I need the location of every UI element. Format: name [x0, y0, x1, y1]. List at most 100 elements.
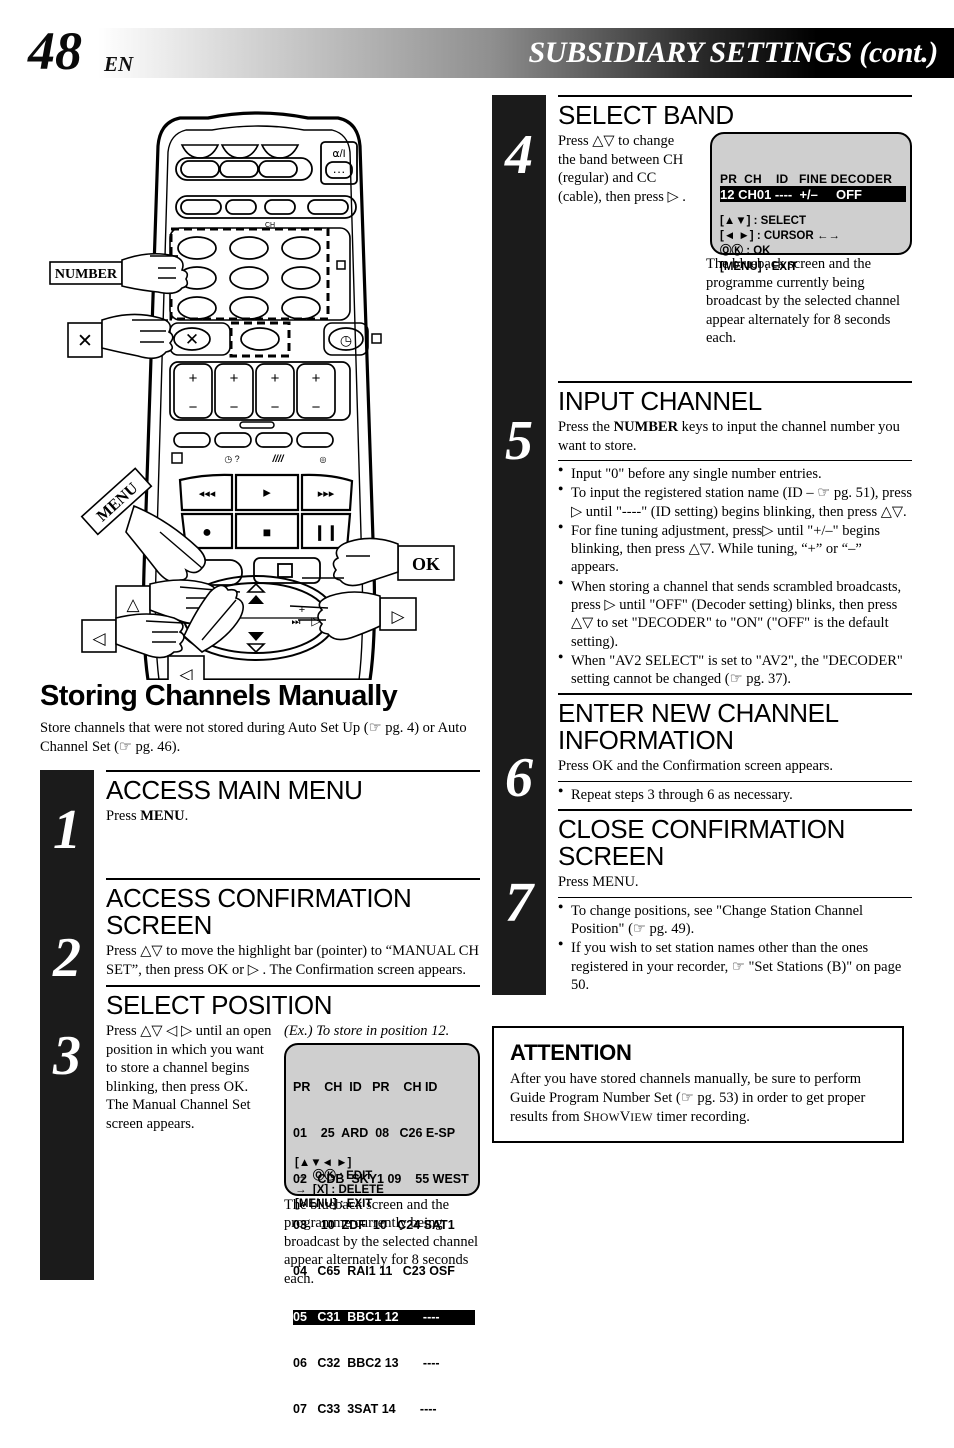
page-title: SUBSIDIARY SETTINGS (cont.) — [528, 36, 939, 69]
table-row: 01 25 ARD 08 C26 E-SP — [293, 1126, 456, 1141]
plus-icon: + — [230, 370, 239, 387]
remote-control-svg: ⍺/I ··· CH ✕ ◷ +− +− +− +− ◷ ? //// ◎ ▸ … — [49, 111, 455, 689]
plus-label: + — [299, 604, 305, 616]
pause-icon: ❙❙ — [313, 524, 338, 541]
step-5-bullets: Input "0" before any single number entri… — [558, 460, 912, 688]
attention-text-c: timer recording. — [652, 1108, 750, 1125]
bullet-item: When "AV2 SELECT" is set to "AV2", the "… — [558, 651, 912, 689]
section-title: Storing Channels Manually — [40, 680, 398, 712]
band-screen-value-row: 12 CH01 ---- +/– OFF — [720, 186, 906, 203]
callout-up-label: △ — [126, 595, 140, 614]
fastforward-icon: ▸▸▸ — [318, 488, 335, 500]
table-row: 03 10 ZDF 10 C24 SAT1 — [293, 1218, 455, 1233]
callout-down-label: ◁ — [179, 665, 193, 680]
minus-icon: − — [271, 399, 280, 416]
section-intro: Store channels that were not stored duri… — [40, 720, 467, 755]
step-number-1: 1 — [53, 799, 81, 862]
callout-number-label: NUMBER — [55, 267, 118, 282]
step-number-6: 6 — [505, 747, 533, 809]
record-icon: ● — [202, 524, 212, 541]
minus-icon: − — [189, 399, 198, 416]
step-7-text: Press MENU. — [558, 874, 639, 891]
nav-up-icon — [248, 595, 264, 604]
attention-text: After you have stored channels manually,… — [510, 1070, 888, 1127]
channel-list-hints: [▲▼◄ ►] → ⓄⓀ : EDIT → [X] : DELETE [MENU… — [295, 1156, 384, 1210]
steps-left: 1 2 3 ACCESS MAIN MENU Press MENU. ACCES… — [40, 770, 480, 1416]
plus-icon: + — [189, 370, 198, 387]
table-row-highlighted: 05 C31 BBC1 12 ---- — [293, 1309, 475, 1326]
timer-rec-icon: ◷ ? — [224, 454, 239, 464]
channel-list-header: PR CH ID PR CH ID — [293, 1080, 438, 1095]
bullet-item: To change positions, see "Change Station… — [558, 901, 912, 939]
callout-left-label: ◁ — [92, 629, 106, 648]
step-1: ACCESS MAIN MENU Press MENU. — [106, 770, 480, 878]
step-3-text: Press △▽ ◁ ▷ until an open position in w… — [106, 1023, 272, 1133]
step-number-4: 4 — [505, 124, 533, 186]
cancel-x-icon: ✕ — [185, 330, 199, 349]
step-number-3: 3 — [53, 1025, 81, 1088]
bullet-item: Repeat steps 3 through 6 as necessary. — [558, 785, 912, 804]
step-bar-right — [492, 95, 546, 995]
step-6: ENTER NEW CHANNEL INFORMATION Press OK a… — [558, 693, 912, 809]
callout-ok-label: OK — [412, 554, 440, 574]
step-4-text: Press △▽ to change the band between CH (… — [558, 133, 686, 205]
speed-icon: //// — [271, 454, 284, 465]
rewind-icon: ◂◂◂ — [199, 488, 216, 500]
nav-down-icon — [248, 632, 264, 641]
step-7-heading: CLOSE CONFIRMATION SCREEN — [558, 814, 846, 872]
step-2: ACCESS CONFIRMATION SCREEN Press △▽ to m… — [106, 878, 480, 985]
table-row: 07 C33 3SAT 14 ---- — [293, 1401, 437, 1416]
bullet-item: If you wish to set station names other t… — [558, 938, 912, 994]
step-5-heading: INPUT CHANNEL — [558, 386, 762, 416]
table-row: 04 C65 RAI1 11 C23 OSF — [293, 1263, 455, 1278]
step-7: CLOSE CONFIRMATION SCREEN Press MENU. To… — [558, 809, 912, 999]
remote-control-illustration: ⍺/I ··· CH ✕ ◷ + − + − + − + − ◷ ? //// … — [40, 100, 480, 689]
step-6-heading: ENTER NEW CHANNEL INFORMATION — [558, 698, 838, 756]
example-caption: (Ex.) To store in position 12. — [284, 1023, 450, 1040]
left-column: ⍺/I ··· CH ✕ ◷ + − + − + − + − ◷ ? //// … — [40, 100, 480, 1416]
step-3: SELECT POSITION Press △▽ ◁ ▷ until an op… — [106, 985, 480, 1416]
right-column: 4 5 6 7 SELECT BAND Press △▽ to change t… — [492, 95, 912, 999]
dots-icon: ··· — [333, 164, 346, 179]
next-icon: ⏭ — [292, 617, 301, 628]
bullet-item: For fine tuning adjustment, press▷ until… — [558, 521, 912, 577]
step-7-bullets: To change positions, see "Change Station… — [558, 896, 912, 994]
step-2-text: Press △▽ to move the highlight bar (poin… — [106, 943, 479, 978]
bullet-item: To input the registered station name (ID… — [558, 483, 912, 521]
attention-text-v: V — [619, 1108, 631, 1125]
step-number-7: 7 — [505, 872, 533, 934]
attention-title: ATTENTION — [510, 1040, 632, 1065]
step-5-text: Press the NUMBER keys to input the chann… — [558, 418, 912, 455]
stop-icon: ■ — [263, 524, 271, 540]
step-6-text: Press OK and the Confirmation screen app… — [558, 758, 834, 775]
power-icon: ⍺/I — [332, 148, 345, 160]
bullet-item: Input "0" before any single number entri… — [558, 464, 912, 483]
step-number-5: 5 — [505, 410, 533, 472]
timer-clock-icon: ◷ — [340, 332, 352, 348]
step-4-heading: SELECT BAND — [558, 100, 734, 130]
step-5-text-bold: NUMBER — [613, 419, 679, 436]
misc-icon: ◎ — [320, 455, 327, 464]
callout-right-label: ▷ — [391, 607, 405, 626]
step-6-bullets: Repeat steps 3 through 6 as necessary. — [558, 780, 912, 804]
step-1-text-bold: MENU — [140, 808, 185, 825]
table-row: 06 C32 BBC2 13 ---- — [293, 1355, 440, 1370]
attention-box: ATTENTION After you have stored channels… — [492, 1026, 904, 1143]
plus-icon: + — [312, 370, 321, 387]
steps-right: 4 5 6 7 SELECT BAND Press △▽ to change t… — [492, 95, 912, 999]
language-code: EN — [104, 52, 134, 76]
band-screen-hints: [▲▼] : SELECT [◄ ►] : CURSOR ←→ ⓄⓀ : OK … — [720, 215, 840, 273]
callout-cancel-label: ✕ — [77, 331, 93, 352]
bullet-item: When storing a channel that sends scramb… — [558, 577, 912, 651]
number-keys-highlight — [169, 227, 330, 321]
minus-icon: − — [230, 399, 239, 416]
play-icon: ▸ — [263, 484, 271, 501]
attention-text-showview-iew: IEW — [630, 1111, 653, 1124]
channel-list-screen: PR CH ID PR CH ID 01 25 ARD 08 C26 E-SP … — [284, 1042, 480, 1416]
page-number: 48 — [28, 21, 82, 81]
nav-down-outline-icon — [246, 643, 266, 654]
band-screen: PR CH ID FINE DECODER 12 CH01 ---- +/– O… — [710, 132, 912, 273]
attention-text-showview-how: HOW — [591, 1111, 620, 1124]
step-number-2: 2 — [53, 927, 81, 990]
step-2-heading: ACCESS CONFIRMATION SCREEN — [106, 883, 412, 941]
